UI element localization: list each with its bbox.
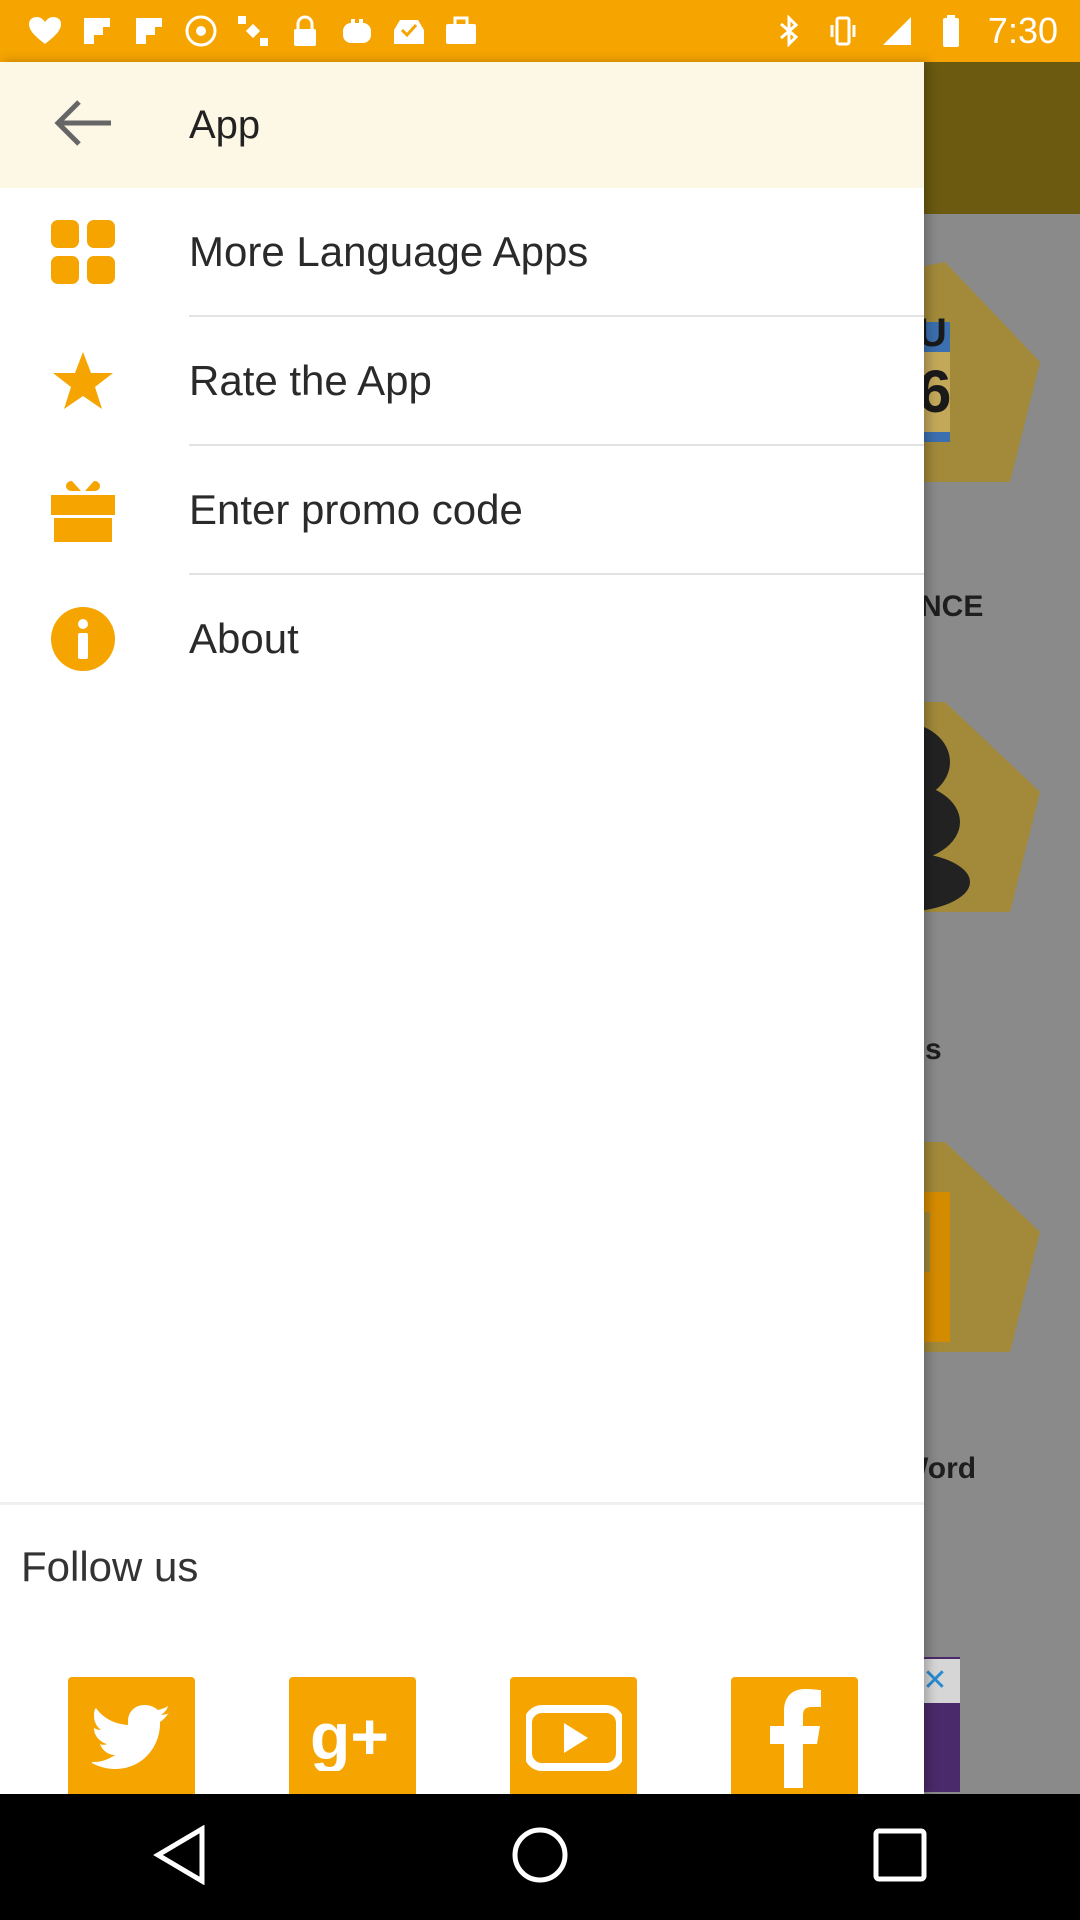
menu-item-enter-promo-code[interactable]: Enter promo code bbox=[0, 446, 924, 575]
twitter-button[interactable] bbox=[68, 1677, 195, 1804]
star-icon bbox=[50, 348, 116, 414]
menu-item-label: About bbox=[189, 615, 299, 662]
briefcase-icon bbox=[444, 14, 478, 48]
battery-icon bbox=[934, 14, 968, 48]
status-time: 7:30 bbox=[987, 10, 1058, 51]
facebook-button[interactable] bbox=[731, 1677, 858, 1804]
info-icon bbox=[50, 606, 116, 672]
follow-us-label: Follow us bbox=[21, 1543, 199, 1590]
follow-us-section: Follow us g+ bbox=[0, 1502, 924, 1804]
flipboard-icon bbox=[132, 14, 166, 48]
nav-back-button[interactable] bbox=[140, 1817, 220, 1897]
system-navigation-bar bbox=[0, 1794, 1080, 1920]
lock-icon bbox=[288, 14, 322, 48]
signal-icon bbox=[880, 14, 914, 48]
back-button[interactable] bbox=[50, 97, 116, 153]
gift-icon bbox=[50, 477, 116, 543]
recents-icon bbox=[872, 1827, 928, 1888]
satellite-icon bbox=[236, 14, 270, 48]
navigation-drawer: App More Language Apps Rate the App Ente… bbox=[0, 62, 924, 1804]
status-bar: 7:30 bbox=[0, 0, 1080, 62]
social-buttons: g+ bbox=[68, 1677, 858, 1804]
menu-item-rate-the-app[interactable]: Rate the App bbox=[0, 317, 924, 446]
bluetooth-icon bbox=[772, 14, 806, 48]
status-right: 7:30 bbox=[772, 0, 1058, 62]
menu-item-more-language-apps[interactable]: More Language Apps bbox=[0, 188, 924, 317]
google-plus-icon: g+ bbox=[308, 1699, 398, 1776]
svg-text:g+: g+ bbox=[310, 1705, 389, 1771]
apps-grid-icon bbox=[50, 219, 116, 285]
vibrate-icon bbox=[826, 14, 860, 48]
menu-item-label: Rate the App bbox=[189, 357, 432, 404]
radio-icon bbox=[184, 14, 218, 48]
menu-item-about[interactable]: About bbox=[0, 575, 924, 704]
facebook-icon bbox=[765, 1688, 825, 1793]
drawer-header: App bbox=[0, 62, 924, 188]
nav-home-button[interactable] bbox=[500, 1817, 580, 1897]
google-plus-button[interactable]: g+ bbox=[289, 1677, 416, 1804]
twitter-icon bbox=[89, 1705, 172, 1776]
back-icon bbox=[152, 1824, 208, 1890]
drawer-title: App bbox=[189, 102, 261, 147]
menu-item-label: Enter promo code bbox=[189, 486, 523, 533]
nav-recents-button[interactable] bbox=[860, 1817, 940, 1897]
youtube-button[interactable] bbox=[510, 1677, 637, 1804]
toaster-icon bbox=[340, 14, 374, 48]
menu-item-label: More Language Apps bbox=[189, 228, 589, 275]
iheart-icon bbox=[28, 14, 62, 48]
notification-icons bbox=[0, 0, 478, 62]
arrow-left-icon bbox=[53, 98, 113, 153]
youtube-icon bbox=[523, 1705, 624, 1776]
inbox-icon bbox=[392, 14, 426, 48]
home-icon bbox=[510, 1825, 570, 1890]
flipboard-icon bbox=[80, 14, 114, 48]
